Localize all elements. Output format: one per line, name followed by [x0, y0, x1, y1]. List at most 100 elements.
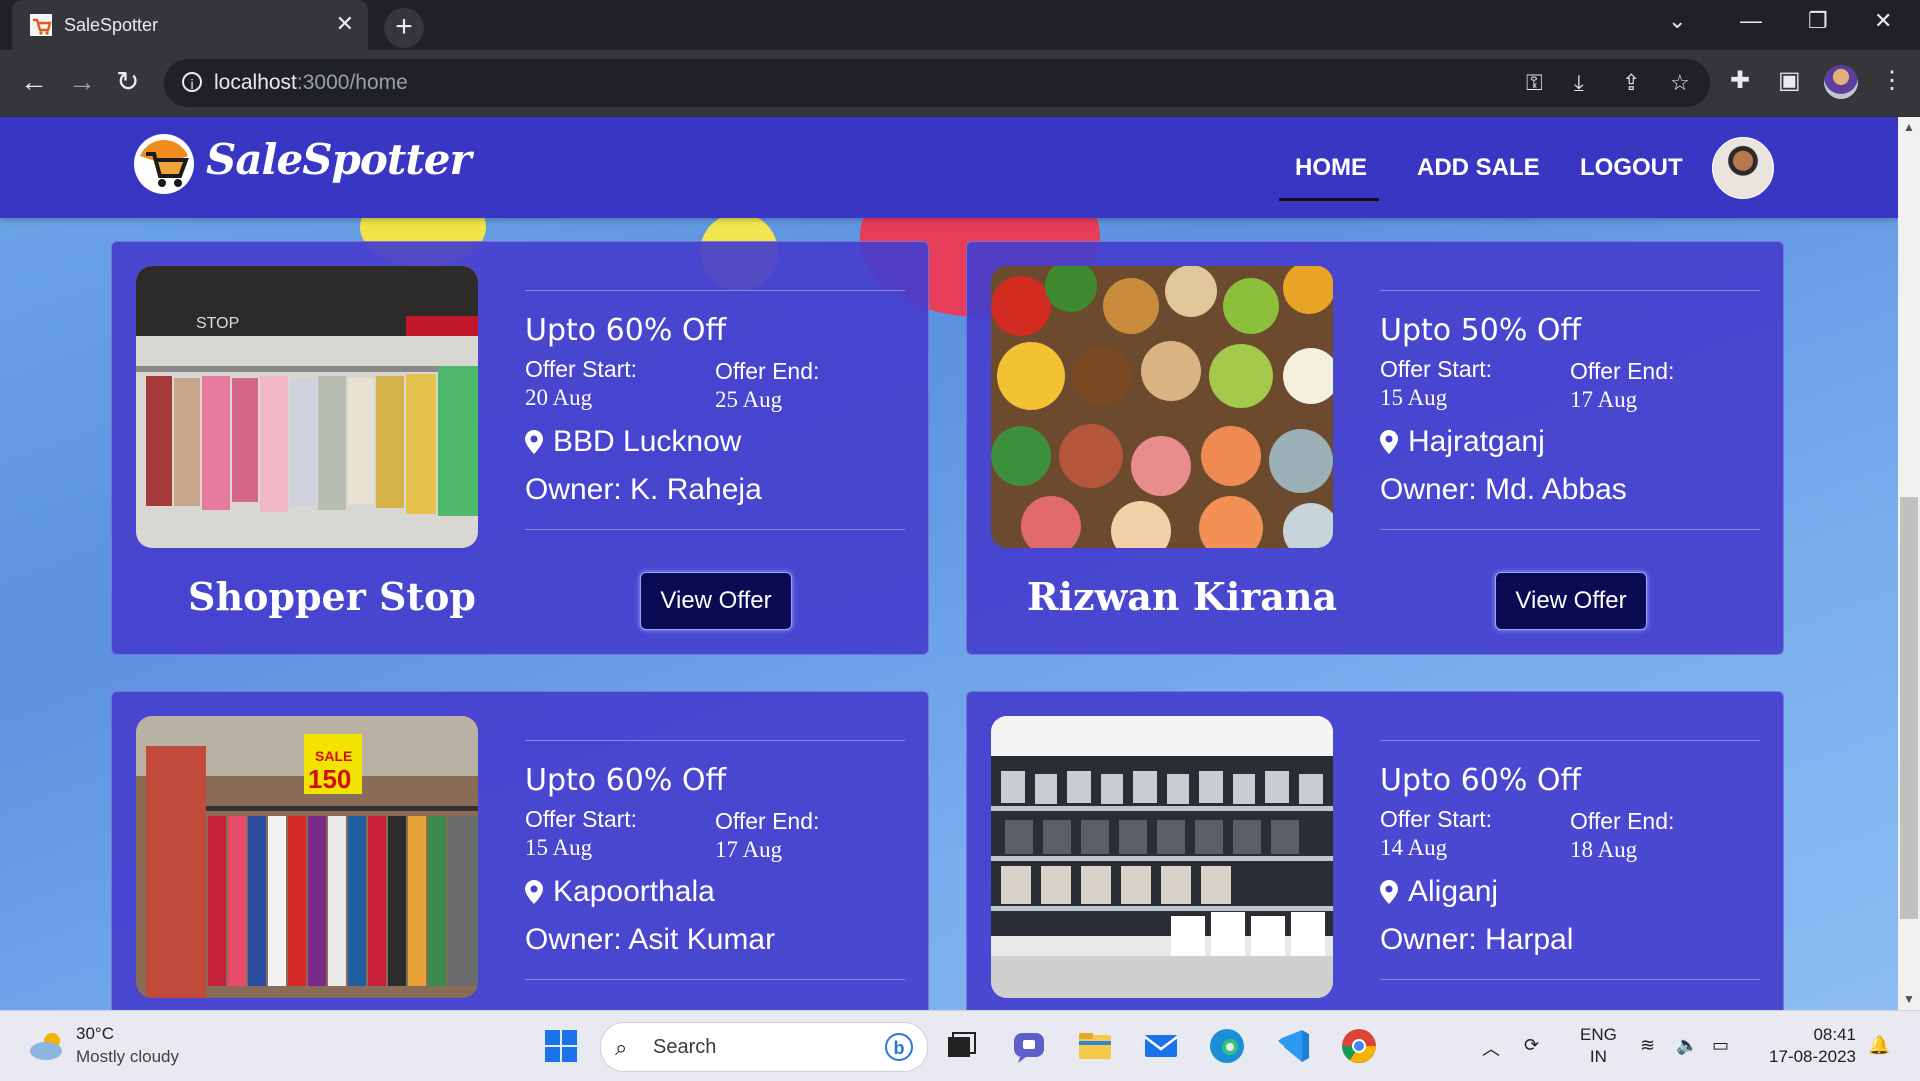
sync-icon[interactable]: ⟳: [1524, 1035, 1539, 1056]
offer-end-value: 17 Aug: [715, 837, 783, 862]
owner-text: Owner: Md. Abbas: [1380, 473, 1627, 506]
nav-home[interactable]: HOME: [1279, 154, 1379, 201]
location-pin-icon: [525, 430, 543, 454]
offer-start-label: Offer Start:: [1380, 356, 1493, 382]
discount-text: Upto 60% Off: [1380, 763, 1582, 798]
battery-icon[interactable]: ▭: [1712, 1035, 1729, 1056]
card-image: SALE 150: [136, 716, 478, 998]
salespotter-favicon-icon: [30, 14, 52, 36]
card-image: [991, 266, 1333, 548]
location: BBD Lucknow: [525, 425, 905, 459]
extensions-puzzle-icon[interactable]: ✚: [1730, 66, 1750, 95]
view-offer-button[interactable]: View Offer: [640, 572, 792, 630]
nav-logout[interactable]: LOGOUT: [1580, 154, 1683, 182]
edge-browser-icon[interactable]: [1206, 1025, 1248, 1067]
card-details: Upto 60% Off Offer Start: 14 Aug Offer En…: [1380, 740, 1760, 980]
side-panel-icon[interactable]: ▣: [1778, 66, 1801, 95]
share-icon[interactable]: ⇪: [1622, 70, 1640, 96]
teams-chat-icon[interactable]: [1008, 1025, 1050, 1067]
taskbar-search-box[interactable]: ⌕ Search b: [600, 1022, 928, 1072]
location-pin-icon: [1380, 880, 1398, 904]
offer-start-label: Offer Start:: [525, 356, 638, 382]
scroll-up-arrow-icon[interactable]: ▲: [1900, 118, 1918, 136]
minimize-icon[interactable]: —: [1740, 8, 1762, 34]
cloudy-weather-icon[interactable]: [28, 1031, 66, 1061]
discount-text: Upto 60% Off: [525, 763, 727, 798]
svg-text:STOP: STOP: [196, 315, 239, 332]
forward-icon[interactable]: →: [68, 66, 96, 98]
windows-start-icon[interactable]: [540, 1025, 582, 1067]
owner-text: Owner: Harpal: [1380, 923, 1574, 956]
svg-text:SALE: SALE: [315, 748, 352, 764]
offer-end-label: Offer End:: [715, 358, 820, 384]
browser-tabbar: SaleSpotter ✕ + ⌄ — ❐ ✕: [0, 0, 1920, 50]
task-view-icon[interactable]: [940, 1025, 982, 1067]
tab-search-chevron-icon[interactable]: ⌄: [1668, 8, 1686, 34]
location-pin-icon: [525, 880, 543, 904]
browser-tab[interactable]: SaleSpotter ✕: [12, 0, 368, 50]
close-window-icon[interactable]: ✕: [1874, 8, 1892, 34]
site-info-icon[interactable]: i: [182, 72, 202, 92]
offer-end-label: Offer End:: [1570, 358, 1675, 384]
nav-add-sale[interactable]: ADD SALE: [1417, 154, 1540, 182]
weather-temperature[interactable]: 30°C: [76, 1024, 114, 1044]
location-text: BBD Lucknow: [553, 425, 742, 458]
install-app-icon[interactable]: ⤓: [1574, 70, 1584, 96]
chrome-menu-icon[interactable]: ⋮: [1880, 66, 1904, 95]
scrollbar-thumb[interactable]: [1900, 497, 1918, 919]
reload-icon[interactable]: ↻: [116, 66, 139, 98]
windows-taskbar: 30°C Mostly cloudy ⌕ Search b ︿ ⟳ ENG IN …: [0, 1010, 1920, 1081]
offer-dates: Offer Start: 15 Aug Offer End: 17 Aug: [525, 806, 905, 863]
card-details: Upto 60% Off Offer Start: 15 Aug Offer En…: [525, 740, 905, 980]
system-clock[interactable]: 08:41 17-08-2023: [1760, 1024, 1856, 1068]
url-text[interactable]: localhost:3000/home: [214, 71, 408, 95]
shop-name: Rizwan Kirana: [1027, 574, 1338, 619]
offer-end-label: Offer End:: [715, 808, 820, 834]
user-avatar[interactable]: [1712, 137, 1774, 199]
offer-dates: Offer Start: 15 Aug Offer End: 17 Aug: [1380, 356, 1760, 413]
location-text: Hajratganj: [1408, 425, 1545, 458]
restore-icon[interactable]: ❐: [1808, 8, 1828, 34]
password-key-icon[interactable]: ⚿: [1526, 70, 1543, 96]
chrome-icon[interactable]: [1338, 1025, 1380, 1067]
wifi-icon[interactable]: ≋: [1640, 1035, 1655, 1056]
location-text: Aliganj: [1408, 875, 1499, 908]
location: Aliganj: [1380, 875, 1760, 909]
search-placeholder: Search: [653, 1036, 717, 1058]
view-offer-button[interactable]: View Offer: [1495, 572, 1647, 630]
notifications-icon[interactable]: 🔔: [1868, 1035, 1890, 1056]
tab-close-icon[interactable]: ✕: [336, 12, 354, 36]
weather-description[interactable]: Mostly cloudy: [76, 1047, 179, 1067]
sale-card: SALE 150 Upto 60% Off Offer Start: 15 Au…: [111, 691, 929, 1010]
volume-icon[interactable]: 🔈: [1676, 1035, 1698, 1056]
show-hidden-icons-chevron-icon[interactable]: ︿: [1482, 1035, 1500, 1061]
offer-start-value: 15 Aug: [1380, 385, 1448, 410]
file-explorer-icon[interactable]: [1074, 1025, 1116, 1067]
search-icon: ⌕: [615, 1035, 628, 1060]
divider: [1380, 290, 1760, 291]
new-tab-button[interactable]: +: [384, 8, 424, 48]
divider: [1380, 529, 1760, 530]
svg-text:150: 150: [308, 764, 351, 794]
browser-profile-avatar[interactable]: [1824, 65, 1858, 99]
location: Kapoorthala: [525, 875, 905, 909]
bing-icon[interactable]: b: [885, 1033, 913, 1061]
back-icon[interactable]: ←: [20, 66, 48, 98]
logo-cart-icon[interactable]: [134, 134, 194, 194]
divider: [525, 740, 905, 741]
divider: [525, 529, 905, 530]
mail-icon[interactable]: [1140, 1025, 1182, 1067]
input-language[interactable]: ENG IN: [1580, 1024, 1617, 1068]
shop-name: Shopper Stop: [188, 574, 476, 619]
browser-toolbar: ← → ↻ i localhost:3000/home ⚿ ⤓ ⇪ ☆ ✚ ▣ …: [0, 50, 1920, 117]
bookmark-star-icon[interactable]: ☆: [1670, 70, 1690, 96]
discount-text: Upto 50% Off: [1380, 313, 1582, 348]
vscode-icon[interactable]: [1272, 1025, 1314, 1067]
offer-start-label: Offer Start:: [1380, 806, 1493, 832]
offer-dates: Offer Start: 14 Aug Offer End: 18 Aug: [1380, 806, 1760, 863]
logo-text[interactable]: SaleSpotter: [206, 135, 472, 184]
address-bar[interactable]: i localhost:3000/home ⚿ ⤓ ⇪ ☆: [164, 59, 1710, 107]
offer-end-value: 18 Aug: [1570, 837, 1638, 862]
scroll-down-arrow-icon[interactable]: ▼: [1900, 990, 1918, 1008]
offer-start-value: 20 Aug: [525, 385, 593, 410]
